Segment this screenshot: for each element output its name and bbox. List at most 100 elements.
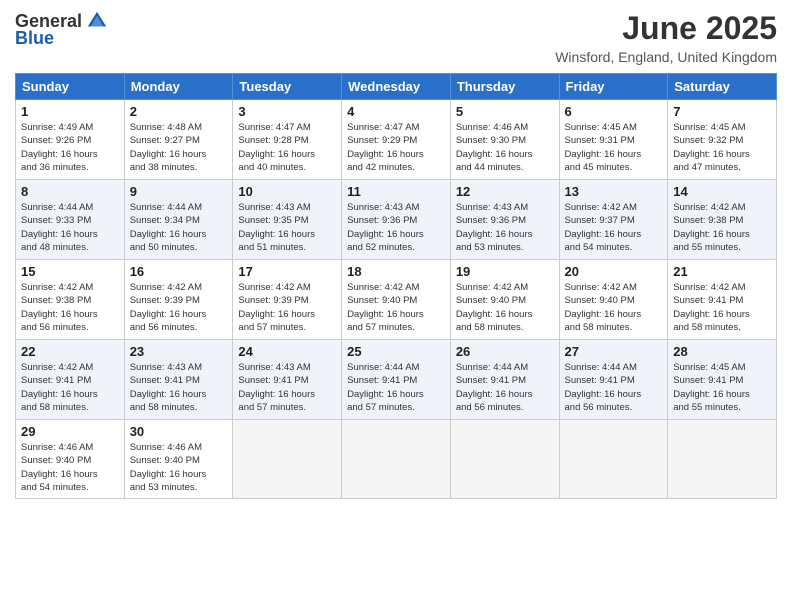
day-info: Sunrise: 4:42 AM Sunset: 9:40 PM Dayligh…	[565, 281, 663, 334]
col-monday: Monday	[124, 74, 233, 100]
table-row: 19Sunrise: 4:42 AM Sunset: 9:40 PM Dayli…	[450, 260, 559, 340]
table-row: 29 Sunrise: 4:46 AM Sunset: 9:40 PM Dayli…	[16, 420, 125, 499]
day-number: 17	[238, 264, 336, 279]
table-row: 28Sunrise: 4:45 AM Sunset: 9:41 PM Dayli…	[668, 340, 777, 420]
calendar: Sunday Monday Tuesday Wednesday Thursday…	[15, 73, 777, 499]
col-thursday: Thursday	[450, 74, 559, 100]
table-row: 25 Sunrise: 4:44 AM Sunset: 9:41 PM Dayli…	[342, 340, 451, 420]
day-number: 24	[238, 344, 336, 359]
table-row: 6 Sunrise: 4:45 AM Sunset: 9:31 PM Daylig…	[559, 100, 668, 180]
table-row: 4 Sunrise: 4:47 AM Sunset: 9:29 PM Daylig…	[342, 100, 451, 180]
day-number: 25	[347, 344, 445, 359]
table-row: 12 Sunrise: 4:43 AM Sunset: 9:36 PM Dayli…	[450, 180, 559, 260]
table-row: 13 Sunrise: 4:42 AM Sunset: 9:37 PM Dayli…	[559, 180, 668, 260]
day-number: 30	[130, 424, 228, 439]
table-row: 16 Sunrise: 4:42 AM Sunset: 9:39 PM Dayli…	[124, 260, 233, 340]
day-number: 11	[347, 184, 445, 199]
day-number: 22	[21, 344, 119, 359]
day-number: 16	[130, 264, 228, 279]
day-number: 18	[347, 264, 445, 279]
calendar-header-row: Sunday Monday Tuesday Wednesday Thursday…	[16, 74, 777, 100]
table-row	[233, 420, 342, 499]
col-saturday: Saturday	[668, 74, 777, 100]
table-row: 8 Sunrise: 4:44 AM Sunset: 9:33 PM Daylig…	[16, 180, 125, 260]
day-info: Sunrise: 4:43 AM Sunset: 9:41 PM Dayligh…	[130, 361, 228, 414]
header: General Blue June 2025 Winsford, England…	[15, 10, 777, 65]
day-number: 29	[21, 424, 119, 439]
day-number: 27	[565, 344, 663, 359]
day-number: 14	[673, 184, 771, 199]
day-number: 28	[673, 344, 771, 359]
day-number: 8	[21, 184, 119, 199]
day-info: Sunrise: 4:42 AM Sunset: 9:41 PM Dayligh…	[21, 361, 119, 414]
table-row: 22 Sunrise: 4:42 AM Sunset: 9:41 PM Dayli…	[16, 340, 125, 420]
calendar-week-row: 29 Sunrise: 4:46 AM Sunset: 9:40 PM Dayli…	[16, 420, 777, 499]
day-number: 12	[456, 184, 554, 199]
day-info: Sunrise: 4:42 AM Sunset: 9:39 PM Dayligh…	[238, 281, 336, 334]
day-number: 10	[238, 184, 336, 199]
day-info: Sunrise: 4:47 AM Sunset: 9:28 PM Dayligh…	[238, 121, 336, 174]
day-number: 19	[456, 264, 554, 279]
day-info: Sunrise: 4:42 AM Sunset: 9:40 PM Dayligh…	[347, 281, 445, 334]
col-friday: Friday	[559, 74, 668, 100]
day-number: 9	[130, 184, 228, 199]
table-row	[559, 420, 668, 499]
table-row: 10Sunrise: 4:43 AM Sunset: 9:35 PM Dayli…	[233, 180, 342, 260]
day-info: Sunrise: 4:44 AM Sunset: 9:34 PM Dayligh…	[130, 201, 228, 254]
day-number: 13	[565, 184, 663, 199]
day-info: Sunrise: 4:49 AM Sunset: 9:26 PM Dayligh…	[21, 121, 119, 174]
day-number: 15	[21, 264, 119, 279]
col-tuesday: Tuesday	[233, 74, 342, 100]
day-info: Sunrise: 4:45 AM Sunset: 9:31 PM Dayligh…	[565, 121, 663, 174]
calendar-week-row: 1 Sunrise: 4:49 AM Sunset: 9:26 PM Daylig…	[16, 100, 777, 180]
day-info: Sunrise: 4:43 AM Sunset: 9:41 PM Dayligh…	[238, 361, 336, 414]
table-row: 7Sunrise: 4:45 AM Sunset: 9:32 PM Daylig…	[668, 100, 777, 180]
day-number: 20	[565, 264, 663, 279]
day-info: Sunrise: 4:46 AM Sunset: 9:30 PM Dayligh…	[456, 121, 554, 174]
day-info: Sunrise: 4:44 AM Sunset: 9:33 PM Dayligh…	[21, 201, 119, 254]
day-number: 21	[673, 264, 771, 279]
day-info: Sunrise: 4:46 AM Sunset: 9:40 PM Dayligh…	[21, 441, 119, 494]
table-row: 30Sunrise: 4:46 AM Sunset: 9:40 PM Dayli…	[124, 420, 233, 499]
table-row: 23 Sunrise: 4:43 AM Sunset: 9:41 PM Dayli…	[124, 340, 233, 420]
day-info: Sunrise: 4:42 AM Sunset: 9:38 PM Dayligh…	[21, 281, 119, 334]
table-row: 5 Sunrise: 4:46 AM Sunset: 9:30 PM Daylig…	[450, 100, 559, 180]
day-info: Sunrise: 4:47 AM Sunset: 9:29 PM Dayligh…	[347, 121, 445, 174]
page: General Blue June 2025 Winsford, England…	[0, 0, 792, 612]
logo-icon	[86, 10, 108, 32]
table-row: 11Sunrise: 4:43 AM Sunset: 9:36 PM Dayli…	[342, 180, 451, 260]
table-row: 24 Sunrise: 4:43 AM Sunset: 9:41 PM Dayli…	[233, 340, 342, 420]
day-info: Sunrise: 4:42 AM Sunset: 9:41 PM Dayligh…	[673, 281, 771, 334]
table-row: 27Sunrise: 4:44 AM Sunset: 9:41 PM Dayli…	[559, 340, 668, 420]
day-info: Sunrise: 4:44 AM Sunset: 9:41 PM Dayligh…	[347, 361, 445, 414]
month-title: June 2025	[555, 10, 777, 47]
table-row: 20 Sunrise: 4:42 AM Sunset: 9:40 PM Dayli…	[559, 260, 668, 340]
day-info: Sunrise: 4:42 AM Sunset: 9:37 PM Dayligh…	[565, 201, 663, 254]
table-row: 2Sunrise: 4:48 AM Sunset: 9:27 PM Daylig…	[124, 100, 233, 180]
logo-blue: Blue	[15, 28, 54, 49]
day-number: 23	[130, 344, 228, 359]
day-number: 6	[565, 104, 663, 119]
calendar-week-row: 22 Sunrise: 4:42 AM Sunset: 9:41 PM Dayli…	[16, 340, 777, 420]
day-info: Sunrise: 4:45 AM Sunset: 9:32 PM Dayligh…	[673, 121, 771, 174]
day-info: Sunrise: 4:44 AM Sunset: 9:41 PM Dayligh…	[456, 361, 554, 414]
table-row: 15 Sunrise: 4:42 AM Sunset: 9:38 PM Dayli…	[16, 260, 125, 340]
table-row: 18 Sunrise: 4:42 AM Sunset: 9:40 PM Dayli…	[342, 260, 451, 340]
calendar-week-row: 15 Sunrise: 4:42 AM Sunset: 9:38 PM Dayli…	[16, 260, 777, 340]
table-row	[450, 420, 559, 499]
day-number: 5	[456, 104, 554, 119]
table-row: 1 Sunrise: 4:49 AM Sunset: 9:26 PM Daylig…	[16, 100, 125, 180]
table-row	[668, 420, 777, 499]
day-number: 4	[347, 104, 445, 119]
title-block: June 2025 Winsford, England, United King…	[555, 10, 777, 65]
table-row	[342, 420, 451, 499]
day-number: 3	[238, 104, 336, 119]
logo: General Blue	[15, 10, 108, 49]
col-sunday: Sunday	[16, 74, 125, 100]
location: Winsford, England, United Kingdom	[555, 49, 777, 65]
table-row: 14Sunrise: 4:42 AM Sunset: 9:38 PM Dayli…	[668, 180, 777, 260]
day-info: Sunrise: 4:43 AM Sunset: 9:36 PM Dayligh…	[456, 201, 554, 254]
table-row: 26Sunrise: 4:44 AM Sunset: 9:41 PM Dayli…	[450, 340, 559, 420]
day-number: 1	[21, 104, 119, 119]
day-info: Sunrise: 4:42 AM Sunset: 9:39 PM Dayligh…	[130, 281, 228, 334]
